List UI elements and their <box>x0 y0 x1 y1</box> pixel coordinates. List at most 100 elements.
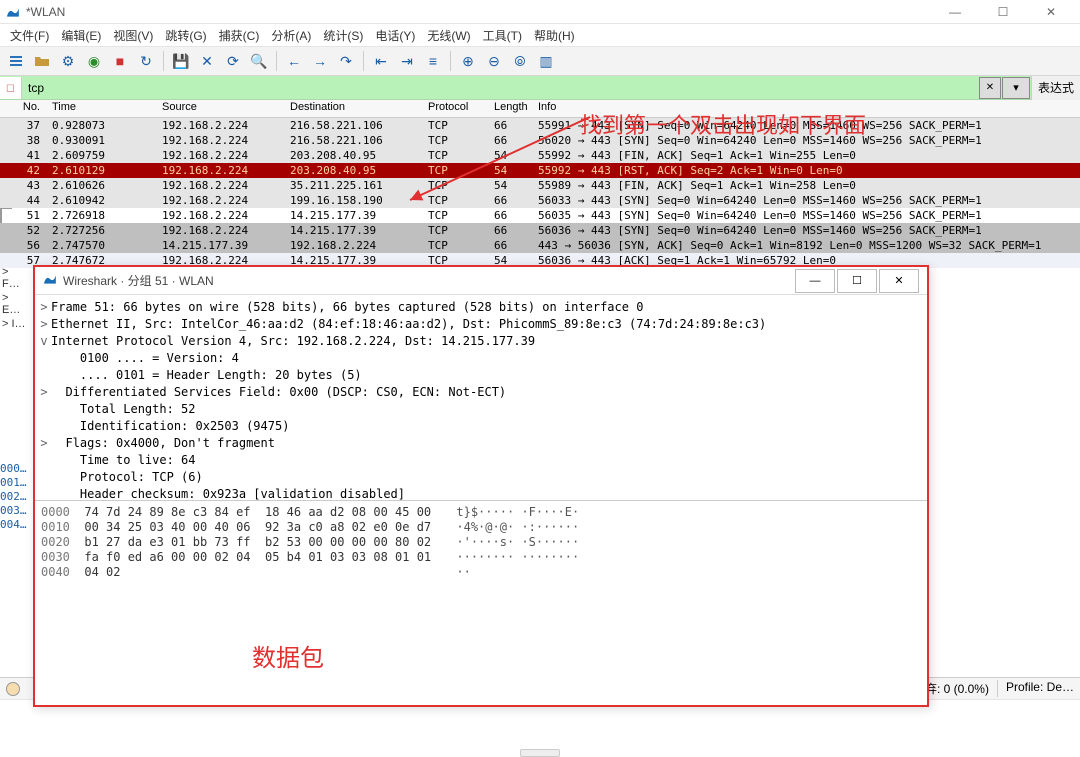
hex-line[interactable]: 0030 fa f0 ed a6 00 00 02 04 05 b4 01 03… <box>41 550 921 565</box>
menu-item[interactable]: 帮助(H) <box>528 25 581 46</box>
wireshark-logo-icon <box>6 5 20 19</box>
packet-cell: 2.610129 <box>48 163 158 178</box>
packet-row[interactable]: 562.74757014.215.177.39192.168.2.224TCP6… <box>0 238 1080 253</box>
toolbar-list-icon[interactable] <box>4 49 28 73</box>
toolbar-close-file-icon[interactable]: ✕ <box>195 49 219 73</box>
toolbar-go-forward-icon[interactable]: → <box>308 49 332 73</box>
toolbar-zoom-out-icon[interactable]: ⊖ <box>482 49 506 73</box>
toolbar-restart-capture-icon[interactable]: ↻ <box>134 49 158 73</box>
proto-tree-line[interactable]: Total Length: 52 <box>37 401 925 418</box>
col-header-info[interactable]: Info <box>534 100 1080 117</box>
filter-clear-button[interactable]: ✕ <box>979 77 1001 99</box>
filter-expression-button[interactable]: 表达式 <box>1031 76 1080 100</box>
menu-item[interactable]: 文件(F) <box>4 25 55 46</box>
hex-line[interactable]: 0040 04 02 ·· <box>41 565 921 580</box>
toolbar-reload-icon[interactable]: ⟳ <box>221 49 245 73</box>
proto-tree-line[interactable]: >Ethernet II, Src: IntelCor_46:aa:d2 (84… <box>37 316 925 333</box>
hex-line[interactable]: 0000 74 7d 24 89 8e c3 84 ef 18 46 aa d2… <box>41 505 921 520</box>
tree-caret-icon[interactable]: > <box>37 299 51 316</box>
toolbar-first-icon[interactable]: ⇤ <box>369 49 393 73</box>
packet-cell: 35.211.225.161 <box>286 178 424 193</box>
toolbar-zoom-in-icon[interactable]: ⊕ <box>456 49 480 73</box>
col-header-no[interactable]: No. <box>0 100 48 117</box>
proto-tree-line[interactable]: .... 0101 = Header Length: 20 bytes (5) <box>37 367 925 384</box>
packet-row[interactable]: 370.928073192.168.2.224216.58.221.106TCP… <box>0 118 1080 133</box>
tree-caret-icon[interactable] <box>37 367 51 384</box>
tree-caret-icon[interactable] <box>37 401 51 418</box>
menu-item[interactable]: 分析(A) <box>265 25 317 46</box>
expert-info-indicator-icon[interactable] <box>6 682 20 696</box>
detail-close-button[interactable]: ✕ <box>879 269 919 293</box>
toolbar-open-icon[interactable] <box>30 49 54 73</box>
menu-item[interactable]: 电话(Y) <box>369 25 421 46</box>
tree-caret-icon[interactable]: > <box>37 384 51 401</box>
tree-caret-icon[interactable] <box>37 469 51 486</box>
menu-item[interactable]: 无线(W) <box>421 25 476 46</box>
filter-bookmark-icon[interactable]: ◻ <box>0 77 22 99</box>
toolbar-find-icon[interactable]: 🔍 <box>247 49 271 73</box>
tree-caret-icon[interactable]: v <box>37 333 51 350</box>
hex-line[interactable]: 0010 00 34 25 03 40 00 40 06 92 3a c0 a8… <box>41 520 921 535</box>
packet-row[interactable]: 380.930091192.168.2.224216.58.221.106TCP… <box>0 133 1080 148</box>
menu-item[interactable]: 捕获(C) <box>213 25 266 46</box>
hex-bytes: b1 27 da e3 01 bb 73 ff b2 53 00 00 00 0… <box>84 535 438 549</box>
window-minimize-button[interactable]: — <box>932 0 978 24</box>
toolbar-stop-capture-icon[interactable]: ■ <box>108 49 132 73</box>
proto-tree-line[interactable]: Header checksum: 0x923a [validation disa… <box>37 486 925 501</box>
toolbar-start-capture-icon[interactable]: ◉ <box>82 49 106 73</box>
proto-tree-line[interactable]: 0100 .... = Version: 4 <box>37 350 925 367</box>
col-header-length[interactable]: Length <box>490 100 534 117</box>
packet-cell: 2.610626 <box>48 178 158 193</box>
proto-tree-line[interactable]: Protocol: TCP (6) <box>37 469 925 486</box>
proto-tree-line[interactable]: > Flags: 0x4000, Don't fragment <box>37 435 925 452</box>
menu-item[interactable]: 视图(V) <box>107 25 159 46</box>
toolbar-save-icon[interactable]: 💾 <box>169 49 193 73</box>
toolbar-separator <box>163 51 164 71</box>
tree-caret-icon[interactable]: > <box>37 316 51 333</box>
window-maximize-button[interactable]: ☐ <box>980 0 1026 24</box>
packet-row[interactable]: 412.609759192.168.2.224203.208.40.95TCP5… <box>0 148 1080 163</box>
proto-tree-line[interactable]: Identification: 0x2503 (9475) <box>37 418 925 435</box>
window-close-button[interactable]: ✕ <box>1028 0 1074 24</box>
hex-dump-pane[interactable]: 0000 74 7d 24 89 8e c3 84 ef 18 46 aa d2… <box>35 501 927 705</box>
tree-caret-icon[interactable] <box>37 418 51 435</box>
main-hex-gutter: 000…001…002…003…004… <box>0 462 30 532</box>
toolbar-zoom-reset-icon[interactable]: ⦾ <box>508 49 532 73</box>
packet-row[interactable]: 422.610129192.168.2.224203.208.40.95TCP5… <box>0 163 1080 178</box>
toolbar-last-icon[interactable]: ⇥ <box>395 49 419 73</box>
proto-tree-pane[interactable]: >Frame 51: 66 bytes on wire (528 bits), … <box>35 295 927 501</box>
menu-item[interactable]: 统计(S) <box>317 25 369 46</box>
proto-tree-line[interactable]: Time to live: 64 <box>37 452 925 469</box>
proto-tree-line[interactable]: >Frame 51: 66 bytes on wire (528 bits), … <box>37 299 925 316</box>
filter-apply-dropdown[interactable]: ▾ <box>1002 77 1030 99</box>
menu-item[interactable]: 跳转(G) <box>159 25 212 46</box>
status-profile[interactable]: Profile: De… <box>997 680 1074 697</box>
menu-item[interactable]: 工具(T) <box>477 25 528 46</box>
packet-list[interactable]: 370.928073192.168.2.224216.58.221.106TCP… <box>0 118 1080 268</box>
tree-caret-icon[interactable] <box>37 486 51 501</box>
packet-row[interactable]: 442.610942192.168.2.224199.16.158.190TCP… <box>0 193 1080 208</box>
tree-caret-icon[interactable] <box>37 452 51 469</box>
tree-caret-icon[interactable]: > <box>37 435 51 452</box>
detail-maximize-button[interactable]: ☐ <box>837 269 877 293</box>
detail-minimize-button[interactable]: — <box>795 269 835 293</box>
toolbar-go-to-icon[interactable]: ↷ <box>334 49 358 73</box>
col-header-destination[interactable]: Destination <box>286 100 424 117</box>
toolbar-capture-options-icon[interactable]: ⚙ <box>56 49 80 73</box>
packet-cell: 2.727256 <box>48 223 158 238</box>
packet-row[interactable]: 432.610626192.168.2.22435.211.225.161TCP… <box>0 178 1080 193</box>
toolbar-go-back-icon[interactable]: ← <box>282 49 306 73</box>
toolbar-autoscroll-icon[interactable]: ≡ <box>421 49 445 73</box>
menu-item[interactable]: 编辑(E) <box>55 25 107 46</box>
toolbar-resize-cols-icon[interactable]: ▥ <box>534 49 558 73</box>
display-filter-input[interactable] <box>22 79 978 97</box>
col-header-time[interactable]: Time <box>48 100 158 117</box>
hex-line[interactable]: 0020 b1 27 da e3 01 bb 73 ff b2 53 00 00… <box>41 535 921 550</box>
tree-caret-icon[interactable] <box>37 350 51 367</box>
proto-tree-line[interactable]: vInternet Protocol Version 4, Src: 192.1… <box>37 333 925 350</box>
col-header-source[interactable]: Source <box>158 100 286 117</box>
packet-row[interactable]: 512.726918192.168.2.22414.215.177.39TCP6… <box>0 208 1080 223</box>
proto-tree-line[interactable]: > Differentiated Services Field: 0x00 (D… <box>37 384 925 401</box>
col-header-protocol[interactable]: Protocol <box>424 100 490 117</box>
packet-row[interactable]: 522.727256192.168.2.22414.215.177.39TCP6… <box>0 223 1080 238</box>
